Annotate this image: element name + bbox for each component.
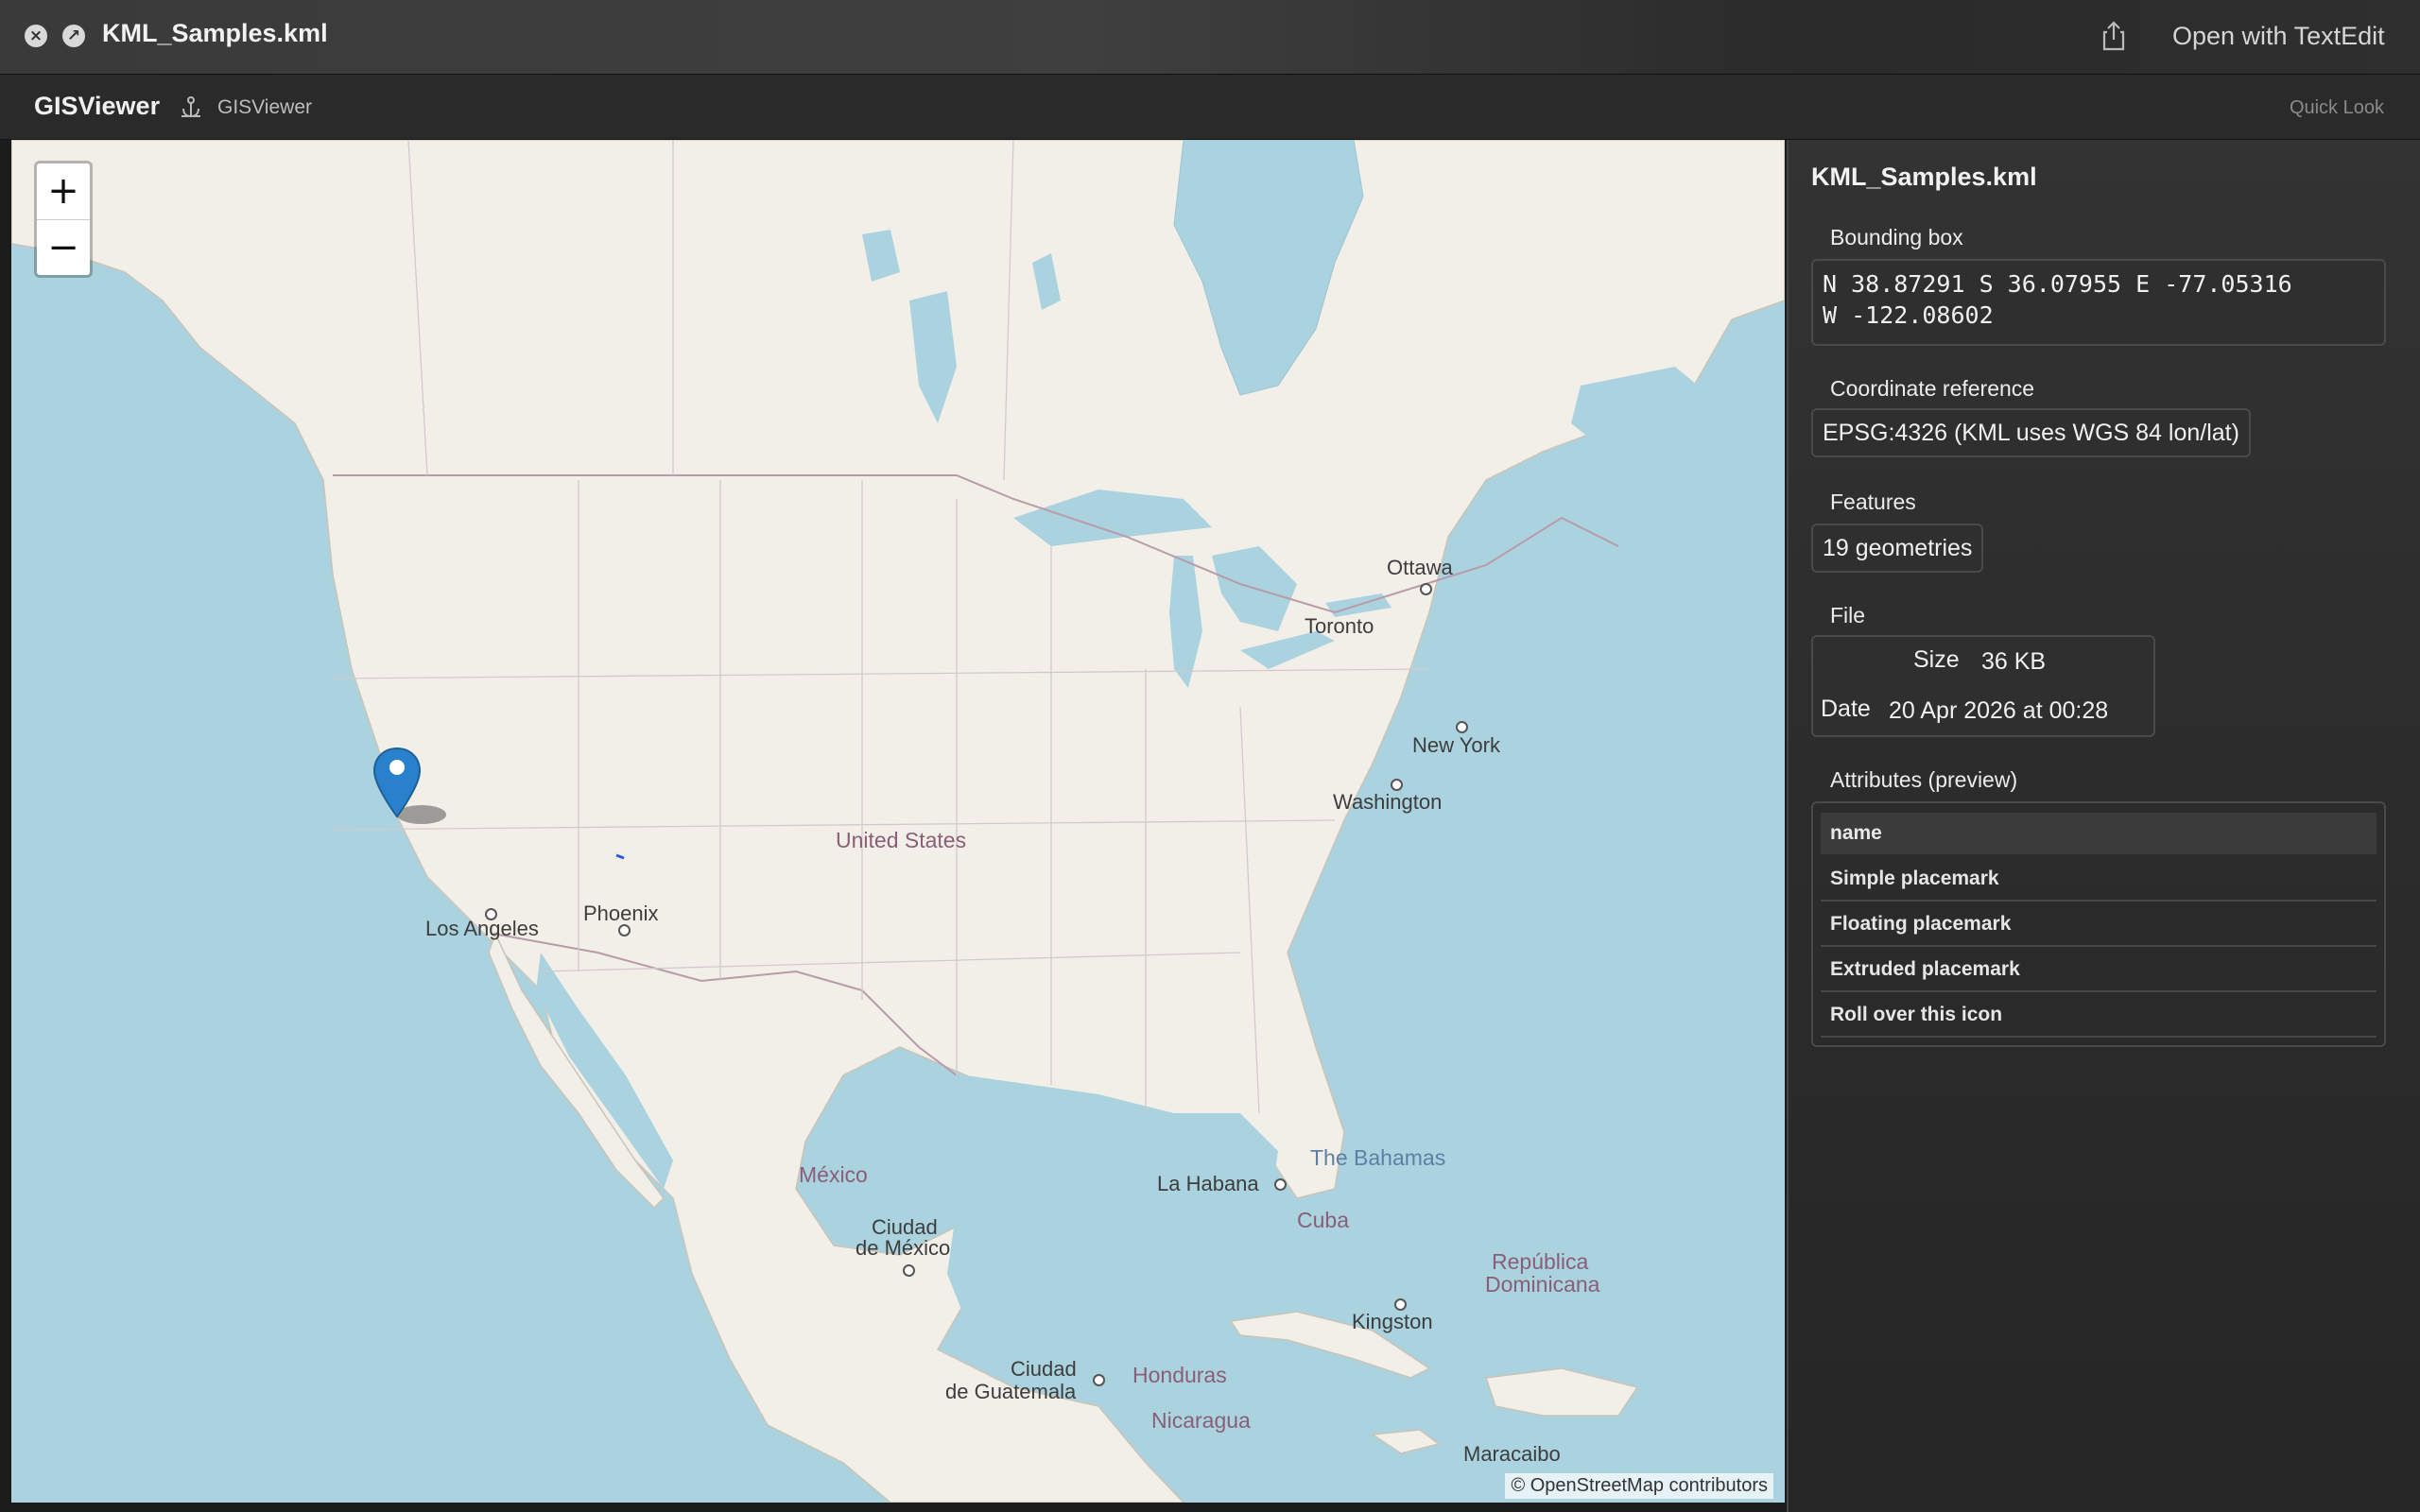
crs-label: Coordinate reference (1830, 376, 2035, 401)
map-attribution[interactable]: © OpenStreetMap contributors (1505, 1473, 1773, 1499)
map-label-mexico: México (799, 1162, 868, 1187)
app-name: GISViewer (34, 92, 161, 120)
city-dot-phoenix (618, 924, 631, 936)
file-info-box: Size 36 KB Date 20 Apr 2026 at 00:28 (1811, 635, 2155, 737)
bounding-box-line1: N 38.87291 S 36.07955 E -77.05316 (1823, 270, 2292, 298)
fullscreen-icon[interactable]: ↗ (62, 25, 85, 47)
map-label-guatemala-line1: Ciudad (1011, 1357, 1077, 1381)
attributes-header-name: name (1821, 813, 2377, 854)
table-row[interactable]: Floating placemark (1821, 902, 2377, 947)
zoom-out-button[interactable]: − (37, 220, 90, 276)
map-label-los-angeles: Los Angeles (425, 917, 539, 940)
landmass-north-america (11, 140, 1785, 1503)
map-base (11, 140, 1785, 1503)
map-label-toronto: Toronto (1305, 614, 1374, 638)
file-size-key: Size (1913, 646, 1960, 673)
map-label-mexico-city-line2: de México (856, 1236, 951, 1260)
file-label: File (1830, 603, 1866, 627)
island-jamaica (1370, 1429, 1441, 1454)
city-dot-new-york (1456, 721, 1468, 733)
map-label-dominicana-line1: República (1492, 1249, 1589, 1274)
close-icon[interactable]: × (25, 25, 47, 47)
quick-look-label: Quick Look (2289, 97, 2384, 118)
table-row[interactable]: Simple placemark (1821, 856, 2377, 902)
zoom-control: + − (34, 161, 93, 278)
bounding-box-line2: W -122.08602 (1823, 301, 1994, 329)
table-row[interactable]: Roll over this icon (1821, 992, 2377, 1038)
file-size-value: 36 KB (1981, 648, 2047, 675)
map-label-nicaragua: Nicaragua (1151, 1408, 1251, 1433)
window-title: KML_Samples.kml (102, 19, 328, 47)
share-icon[interactable] (2097, 19, 2131, 53)
features-label: Features (1830, 490, 1916, 514)
anchor-icon (182, 96, 200, 118)
file-date-key: Date (1821, 696, 1871, 722)
map-label-bahamas: The Bahamas (1310, 1145, 1446, 1170)
window-titlebar: × ↗ KML_Samples.kml Open with TextEdit (0, 0, 2420, 75)
crs-value: EPSG:4326 (KML uses WGS 84 lon/lat) (1811, 408, 2251, 457)
map-label-guatemala-line2: de Guatemala (945, 1380, 1077, 1403)
features-value: 19 geometries (1811, 524, 1984, 573)
city-dot-ottawa (1420, 583, 1432, 595)
map-label-united-states: United States (836, 828, 967, 852)
city-dot-la-habana (1274, 1178, 1287, 1191)
map-label-kingston: Kingston (1352, 1310, 1433, 1333)
map-label-cuba: Cuba (1297, 1208, 1349, 1232)
table-row[interactable]: Extruded placemark (1821, 947, 2377, 992)
map-label-dominicana-line2: Dominicana (1485, 1272, 1600, 1297)
gulf-of-mexico (938, 1075, 1278, 1331)
map-label-new-york: New York (1412, 733, 1500, 757)
attributes-table: name Simple placemark Floating placemark… (1811, 801, 2386, 1047)
map-label-ottawa: Ottawa (1387, 556, 1453, 579)
map-label-la-habana: La Habana (1157, 1172, 1259, 1195)
bounding-box-label: Bounding box (1830, 225, 1963, 249)
open-with-textedit-button[interactable]: Open with TextEdit (2159, 15, 2398, 57)
island-hispaniola (1484, 1367, 1639, 1417)
placemark-marker-icon[interactable] (372, 745, 448, 835)
app-subtitle: GISViewer (217, 96, 312, 118)
zoom-in-button[interactable]: + (37, 163, 90, 220)
app-bar: GISViewer GISViewer Quick Look (0, 75, 2420, 140)
map-label-maracaibo: Maracaibo (1463, 1442, 1561, 1466)
map-label-honduras: Honduras (1132, 1363, 1227, 1387)
info-panel: KML_Samples.kml Bounding box N 38.87291 … (1787, 140, 2420, 1512)
attributes-label: Attributes (preview) (1830, 767, 2018, 792)
city-dot-mexico-city (903, 1264, 915, 1277)
panel-file-name: KML_Samples.kml (1811, 163, 2037, 191)
city-dot-guatemala (1093, 1374, 1105, 1386)
map-label-washington: Washington (1333, 790, 1443, 814)
file-date-value: 20 Apr 2026 at 00:28 (1889, 697, 2109, 724)
map-label-phoenix: Phoenix (583, 902, 659, 925)
bounding-box-value: N 38.87291 S 36.07955 E -77.05316 W -122… (1811, 259, 2386, 346)
map-view[interactable]: Ottawa Toronto New York Washington Unite… (11, 140, 1785, 1503)
